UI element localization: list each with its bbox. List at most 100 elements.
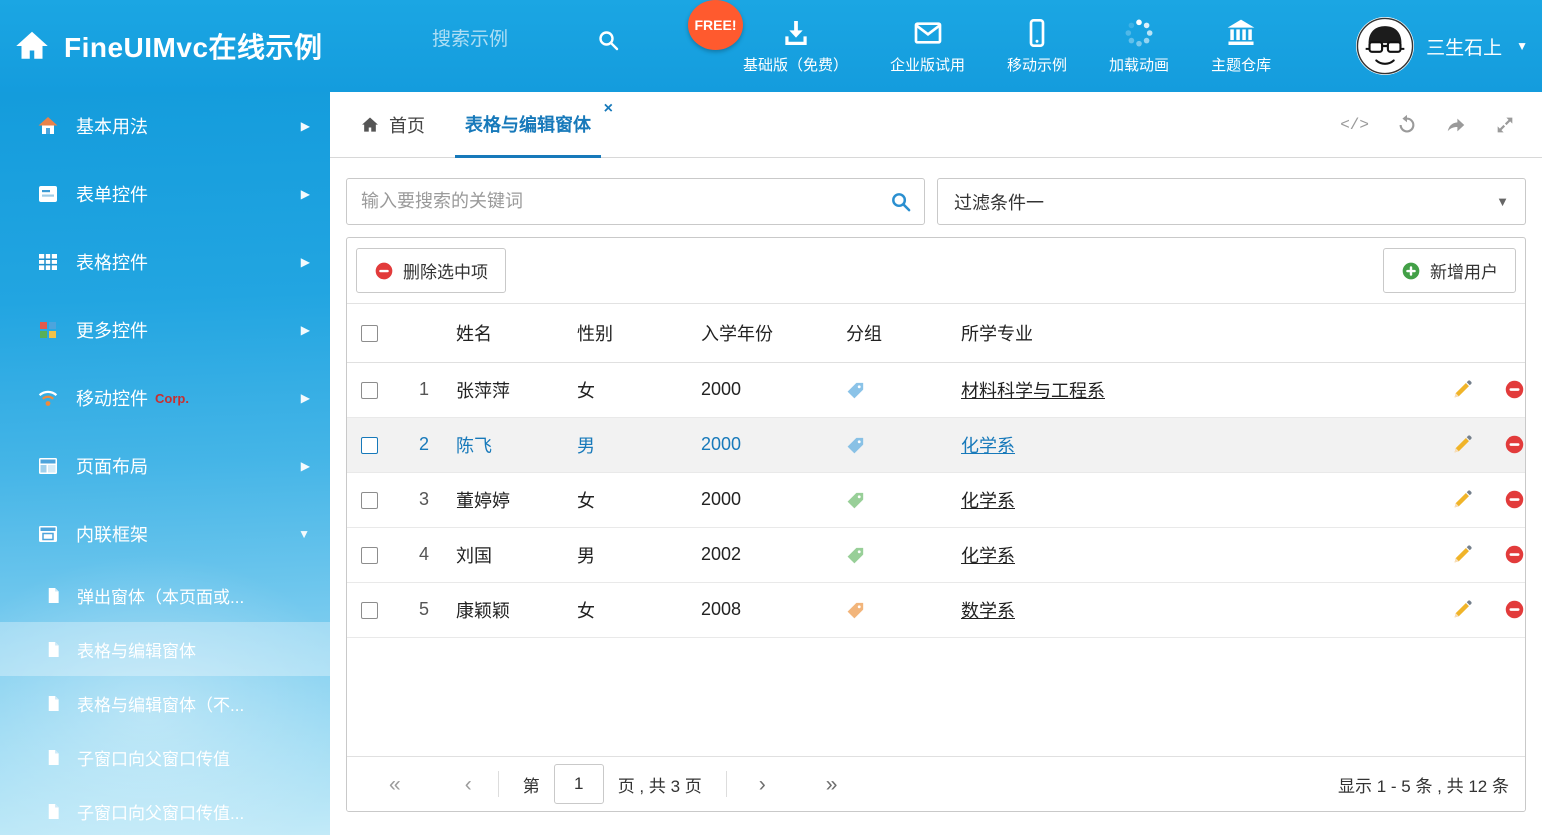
nav-item-loading-anim[interactable]: 加载动画: [1088, 0, 1190, 92]
source-code-icon[interactable]: </>: [1340, 114, 1369, 136]
cell-year: 2002: [691, 527, 836, 582]
cell-gender: 女: [571, 472, 691, 527]
add-user-button[interactable]: 新增用户: [1383, 248, 1516, 293]
sidebar-item-label: 页面布局: [76, 453, 148, 479]
major-link[interactable]: 数学系: [961, 601, 1015, 621]
tag-icon: [846, 491, 865, 510]
tab-home[interactable]: 首页: [360, 92, 425, 158]
row-checkbox[interactable]: [361, 492, 378, 509]
sidebar-item-more-controls[interactable]: 更多控件 ▶: [0, 296, 330, 364]
cell-name: 刘国: [441, 527, 571, 582]
tab-label: 首页: [389, 112, 425, 138]
sidebar-subitem-label: 表格与编辑窗体（不...: [77, 691, 244, 716]
edit-pencil-icon[interactable]: [1452, 599, 1473, 620]
house-icon: [36, 114, 60, 138]
sidebar-subitem-child-to-parent[interactable]: 子窗口向父窗口传值: [0, 730, 330, 784]
last-page-button[interactable]: »: [820, 774, 844, 795]
sidebar-subitem-popup-window[interactable]: 弹出窗体（本页面或...: [0, 568, 330, 622]
sidebar-subitem-child-to-parent-2[interactable]: 子窗口向父窗口传值...: [0, 784, 330, 835]
first-page-button[interactable]: «: [383, 774, 407, 795]
sidebar-item-label: 基本用法: [76, 113, 148, 139]
delete-minus-icon[interactable]: [1504, 489, 1525, 510]
tag-icon: [846, 546, 865, 565]
delete-selected-button[interactable]: 删除选中项: [356, 248, 506, 293]
document-icon: [44, 802, 63, 821]
cell-year: 2000: [691, 362, 836, 417]
major-link[interactable]: 材料科学与工程系: [961, 381, 1105, 401]
tab-grid-edit-window[interactable]: 表格与编辑窗体 ×: [455, 92, 601, 158]
record-summary: 显示 1 - 5 条 , 共 12 条: [1338, 772, 1509, 797]
table-row[interactable]: 5 康颖颖 女 2008 数学系: [347, 582, 1525, 637]
sidebar: 基本用法 ▶ 表单控件 ▶ 表格控件 ▶ 更多控件 ▶: [0, 92, 330, 835]
home-icon: [14, 28, 50, 64]
edit-pencil-icon[interactable]: [1452, 489, 1473, 510]
mobile-icon: [1021, 17, 1053, 49]
table-row[interactable]: 1 张萍萍 女 2000 材料科学与工程系: [347, 362, 1525, 417]
filter-dropdown[interactable]: 过滤条件一 ▼: [937, 178, 1526, 225]
spinner-icon: [1123, 17, 1155, 49]
corp-badge: Corp.: [155, 391, 189, 406]
minus-circle-icon: [374, 261, 394, 281]
sidebar-subitem-grid-edit-window-2[interactable]: 表格与编辑窗体（不...: [0, 676, 330, 730]
share-forward-icon[interactable]: [1445, 114, 1467, 136]
row-checkbox[interactable]: [361, 382, 378, 399]
row-checkbox[interactable]: [361, 437, 378, 454]
nav-item-mobile-demo[interactable]: 移动示例: [986, 0, 1088, 92]
major-link[interactable]: 化学系: [961, 436, 1015, 456]
sidebar-item-form-controls[interactable]: 表单控件 ▶: [0, 160, 330, 228]
search-icon[interactable]: [596, 28, 620, 52]
header-search-input[interactable]: [432, 29, 582, 51]
delete-selected-label: 删除选中项: [403, 258, 488, 283]
refresh-icon[interactable]: [1396, 114, 1418, 136]
delete-minus-icon[interactable]: [1504, 434, 1525, 455]
pagination-bar: « ‹ 第 页 , 共 3 页 › » 显示 1 - 5 条 , 共 12 条: [347, 756, 1525, 811]
next-page-button[interactable]: ›: [753, 774, 772, 795]
search-icon[interactable]: [889, 190, 912, 213]
bank-icon: [1225, 17, 1257, 49]
blocks-icon: [36, 318, 60, 342]
delete-minus-icon[interactable]: [1504, 599, 1525, 620]
user-menu[interactable]: 三生石上 ▼: [1356, 0, 1528, 92]
delete-minus-icon[interactable]: [1504, 544, 1525, 565]
sidebar-item-basic-usage[interactable]: 基本用法 ▶: [0, 92, 330, 160]
layout-icon: [36, 454, 60, 478]
table-row[interactable]: 3 董婷婷 女 2000 化学系: [347, 472, 1525, 527]
edit-pencil-icon[interactable]: [1452, 379, 1473, 400]
major-link[interactable]: 化学系: [961, 546, 1015, 566]
grid-toolbar: 删除选中项 新增用户: [347, 238, 1525, 304]
cell-name: 陈飞: [441, 417, 571, 472]
row-index: 4: [391, 527, 441, 582]
select-all-checkbox[interactable]: [361, 325, 378, 342]
edit-pencil-icon[interactable]: [1452, 434, 1473, 455]
document-icon: [44, 586, 63, 605]
row-checkbox[interactable]: [361, 547, 378, 564]
edit-pencil-icon[interactable]: [1452, 544, 1473, 565]
chevron-down-icon: ▼: [1516, 39, 1528, 53]
fullscreen-expand-icon[interactable]: [1494, 114, 1516, 136]
nav-item-enterprise-trial[interactable]: 企业版试用: [869, 0, 986, 92]
col-actions: [1361, 304, 1525, 362]
brand-home-link[interactable]: FineUIMvc在线示例: [14, 0, 323, 92]
prev-page-button[interactable]: ‹: [459, 774, 478, 795]
nav-item-theme-store[interactable]: 主题仓库: [1190, 0, 1292, 92]
table-row[interactable]: 2 陈飞 男 2000 化学系: [347, 417, 1525, 472]
sidebar-subitem-grid-edit-window[interactable]: 表格与编辑窗体: [0, 622, 330, 676]
keyword-search-input[interactable]: [346, 178, 925, 225]
sidebar-item-iframe[interactable]: 内联框架 ▼: [0, 500, 330, 568]
nav-item-basic-free[interactable]: 基础版（免费）: [722, 0, 869, 92]
sidebar-item-grid-controls[interactable]: 表格控件 ▶: [0, 228, 330, 296]
document-icon: [44, 694, 63, 713]
major-link[interactable]: 化学系: [961, 491, 1015, 511]
keyword-search: [346, 178, 925, 225]
add-user-label: 新增用户: [1430, 258, 1498, 283]
page-number-input[interactable]: [554, 764, 604, 804]
header-search: [432, 28, 620, 52]
close-icon[interactable]: ×: [604, 100, 613, 118]
cell-year: 2008: [691, 582, 836, 637]
table-row[interactable]: 4 刘国 男 2002 化学系: [347, 527, 1525, 582]
document-icon: [44, 748, 63, 767]
delete-minus-icon[interactable]: [1504, 379, 1525, 400]
row-checkbox[interactable]: [361, 602, 378, 619]
sidebar-item-page-layout[interactable]: 页面布局 ▶: [0, 432, 330, 500]
sidebar-item-mobile-controls[interactable]: 移动控件 Corp. ▶: [0, 364, 330, 432]
